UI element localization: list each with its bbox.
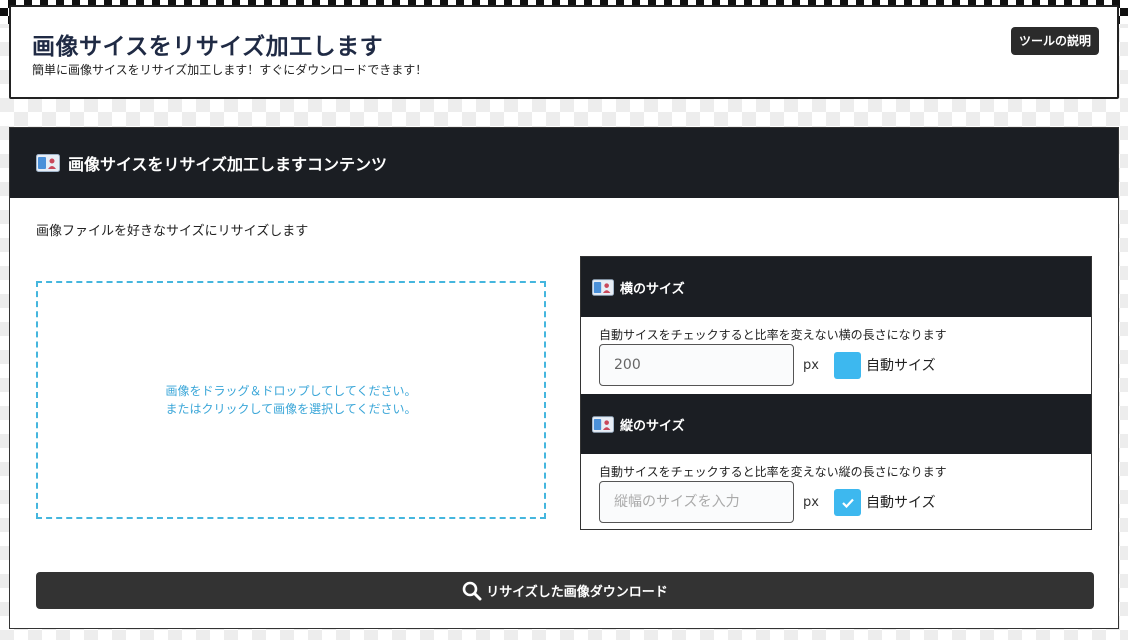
height-settings-body: 自動サイスをチェックすると比率を変えない縦の長さになります px 自動サイズ [581,454,1091,531]
page-subtitle: 簡単に画像サイスをリサイズ加工します！すぐにダウンロードできます！ [32,63,428,77]
height-auto-label: 自動サイズ [866,495,936,511]
height-settings-title: 縦のサイズ [620,418,685,434]
id-card-icon [592,415,614,433]
check-icon [841,498,854,508]
page-title: 画像サイスをリサイズ加工します [32,34,384,60]
dropzone-line-2: またはクリックして画像を選択してください。 [165,402,417,416]
size-settings: 横のサイズ 自動サイスをチェックすると比率を変えない横の長さになります px 自… [580,256,1092,530]
panel-header: 画像サイスをリサイズ加工しますコンテンツ [10,128,1118,198]
panel-title: 画像サイスをリサイズ加工しますコンテンツ [68,155,388,174]
height-input[interactable] [599,481,794,523]
height-settings-header: 縦のサイズ [581,394,1091,454]
width-settings-body: 自動サイスをチェックすると比率を変えない横の長さになります px 自動サイズ [581,317,1091,394]
page-header: 画像サイスをリサイズ加工します 簡単に画像サイスをリサイズ加工します！すぐにダウ… [9,5,1119,99]
download-button-label: リサイズした画像ダウンロード [486,585,668,600]
height-unit: px [803,495,819,510]
tool-help-button[interactable]: ツールの説明 [1010,27,1099,55]
height-note: 自動サイスをチェックすると比率を変えない縦の長さになります [599,465,947,479]
width-settings-title: 横のサイズ [620,281,685,297]
width-settings-header: 横のサイズ [581,257,1091,317]
content-panel: 画像サイスをリサイズ加工しますコンテンツ 画像ファイルを好きなサイズにリサイズし… [9,127,1119,629]
id-card-icon [592,278,614,296]
image-dropzone[interactable]: 画像をドラッグ＆ドロップしてしてください。 またはクリックして画像を選択してくだ… [36,281,546,519]
dropzone-line-1: 画像をドラッグ＆ドロップしてしてください。 [165,384,417,398]
height-auto-checkbox[interactable] [834,489,861,516]
width-auto-label: 自動サイズ [866,358,936,374]
download-resized-button[interactable]: リサイズした画像ダウンロード [36,572,1094,609]
width-input[interactable] [599,344,794,386]
search-icon [462,581,482,600]
width-note: 自動サイスをチェックすると比率を変えない横の長さになります [599,328,947,342]
panel-description: 画像ファイルを好きなサイズにリサイズします [36,224,309,239]
id-card-icon [36,154,60,172]
width-auto-checkbox[interactable] [834,352,861,379]
width-unit: px [803,358,819,373]
